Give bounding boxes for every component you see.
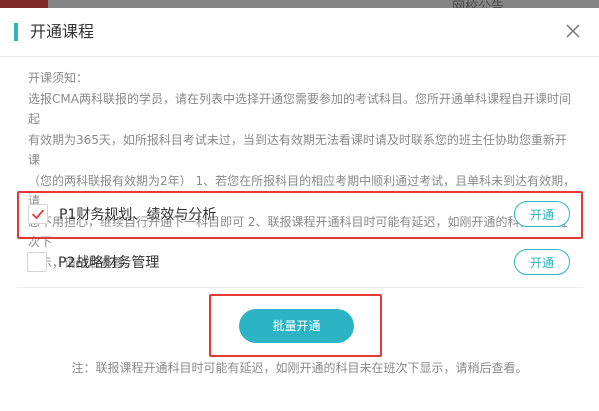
notice-line: 开课须知： xyxy=(28,71,89,85)
open-course-button-p1[interactable]: 开通 xyxy=(514,201,570,227)
title-accent-bar xyxy=(14,23,18,41)
open-course-dialog: 开通课程 开课须知： 选报CMA两科联报的学员，请在列表中选择开通您需要参加的考… xyxy=(0,8,599,411)
dialog-footnote: 注：联报课程开通科目时可能有延迟，如刚开通的科目未在班次下显示，请稍后查看。 xyxy=(71,361,528,375)
course-list: P1财务规划、绩效与分析 开通 P2战略财务管理 开通 xyxy=(17,191,583,288)
notice-line: 有效期为365天，如所报科目考试未过，当到达有效期无法看课时请及时联系您的班主任… xyxy=(28,132,567,168)
open-course-button-p2[interactable]: 开通 xyxy=(514,249,570,275)
course-row-p2: P2战略财务管理 开通 xyxy=(17,239,583,288)
batch-open-highlight: 批量开通 xyxy=(209,294,382,357)
course-checkbox-p1[interactable] xyxy=(28,204,48,224)
course-name-p2: P2战略财务管理 xyxy=(58,255,160,271)
close-icon[interactable] xyxy=(564,22,582,40)
batch-open-button[interactable]: 批量开通 xyxy=(239,309,354,343)
notice-line: 选报CMA两科联报的学员，请在列表中选择开通您需要参加的考试科目。您所开通单科课… xyxy=(28,91,571,127)
check-icon xyxy=(31,209,45,220)
dialog-title: 开通课程 xyxy=(30,22,95,41)
dialog-header: 开通课程 xyxy=(0,8,599,57)
course-checkbox-p2[interactable] xyxy=(27,252,47,272)
course-row-p1: P1财务规划、绩效与分析 开通 xyxy=(17,191,583,239)
course-name-p1: P1财务规划、绩效与分析 xyxy=(59,207,217,223)
